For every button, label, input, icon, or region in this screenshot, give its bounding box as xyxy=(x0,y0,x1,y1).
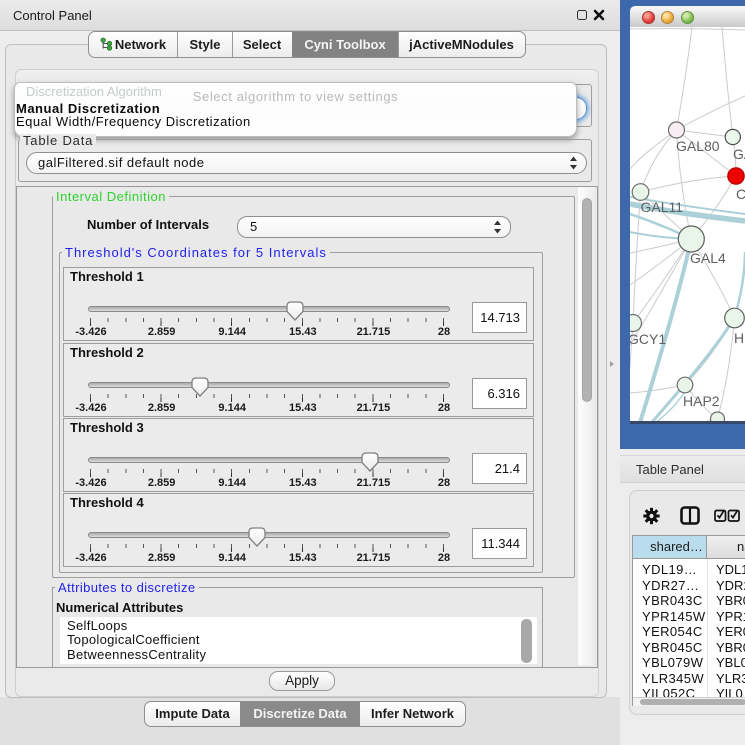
svg-text:HAP2: HAP2 xyxy=(683,393,720,409)
svg-text:GAL80: GAL80 xyxy=(676,138,720,154)
svg-text:C: C xyxy=(736,186,745,202)
svg-text:GAL11: GAL11 xyxy=(641,199,684,215)
svg-text:GAL4: GAL4 xyxy=(690,250,726,266)
svg-text:GA: GA xyxy=(733,146,745,162)
svg-text:H: H xyxy=(734,330,744,346)
svg-text:GCY1: GCY1 xyxy=(630,331,666,347)
